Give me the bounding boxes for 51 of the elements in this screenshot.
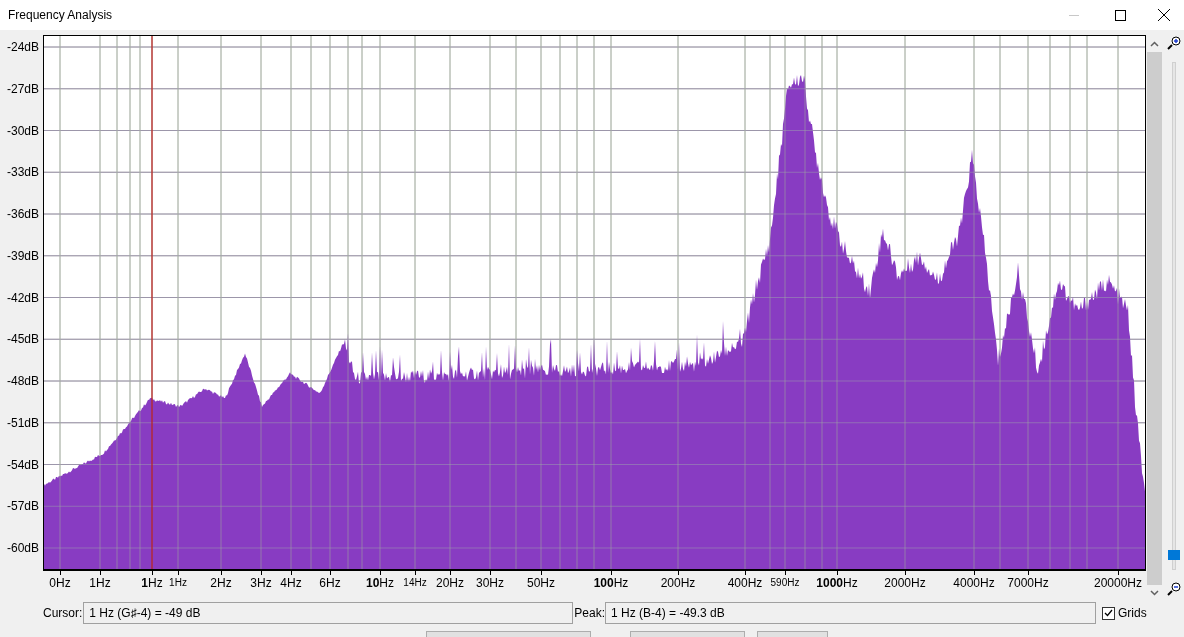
x-axis-label: 20Hz <box>436 577 464 589</box>
window-title: Frequency Analysis <box>8 7 113 24</box>
x-axis-label: 200Hz <box>660 577 696 589</box>
x-axis-label: 4Hz <box>280 577 302 589</box>
x-axis-label: 400Hz <box>727 577 763 589</box>
x-axis-label: 1Hz <box>169 578 187 588</box>
peak-field[interactable]: 1 Hz (B-4) = -49.3 dB <box>605 602 1097 624</box>
scroll-down-icon[interactable] <box>1150 590 1159 596</box>
x-axis-label: 4000Hz <box>953 577 995 589</box>
y-axis-label: -48dB <box>6 375 39 387</box>
zoom-slider-thumb[interactable] <box>1167 550 1180 561</box>
x-axis-label: 6Hz <box>319 577 341 589</box>
x-axis-label: 100Hz <box>593 577 629 589</box>
y-axis-label: -39dB <box>6 249 39 262</box>
cursor-label: Cursor: <box>43 605 83 622</box>
x-axis-label: 30Hz <box>476 577 504 589</box>
x-axis-label: 1Hz <box>141 577 163 589</box>
x-axis-label: 20000Hz <box>1094 577 1142 589</box>
cursor-field[interactable]: 1 Hz (G♯-4) = -49 dB <box>83 602 574 624</box>
x-axis-label: 3Hz <box>250 577 272 589</box>
y-axis-label: -36dB <box>6 208 39 220</box>
grids-checkbox[interactable] <box>1102 606 1116 620</box>
x-axis-label: 2000Hz <box>884 577 926 589</box>
zoom-slider[interactable] <box>1166 62 1181 570</box>
y-axis-label: -27dB <box>6 82 39 95</box>
x-axis-label: 7000Hz <box>1007 577 1049 589</box>
close-icon[interactable] <box>1158 9 1170 21</box>
y-axis-label: -51dB <box>6 416 39 429</box>
scroll-up-icon[interactable] <box>1150 41 1159 47</box>
y-axis-label: -45dB <box>6 333 39 346</box>
x-axis-label: 14Hz <box>403 578 427 588</box>
y-axis-label: -30dB <box>6 124 39 137</box>
x-axis-label: 0Hz <box>49 577 71 589</box>
y-axis-label: -57dB <box>6 500 39 513</box>
y-axis-label: -33dB <box>6 166 39 179</box>
y-axis-label: -42dB <box>6 291 39 304</box>
maximize-icon[interactable] <box>1115 9 1126 21</box>
x-axis-label: 590Hz <box>770 578 800 588</box>
x-axis-label: 50Hz <box>527 577 555 589</box>
y-axis-label: -60dB <box>6 542 39 554</box>
grids-label: Grids <box>1118 605 1147 622</box>
x-axis-label: 2Hz <box>210 577 232 589</box>
zoom-in-icon[interactable] <box>1166 36 1181 50</box>
scrollbar-thumb[interactable] <box>1147 52 1162 585</box>
x-axis-label: 1000Hz <box>816 577 858 589</box>
y-axis-label: -54dB <box>6 458 39 471</box>
peak-label: Peak: <box>574 605 606 622</box>
zoom-out-icon[interactable] <box>1166 582 1181 596</box>
x-axis-label: 1Hz <box>89 577 111 589</box>
x-axis-label: 10Hz <box>366 577 394 589</box>
y-axis-label: -24dB <box>6 41 39 53</box>
